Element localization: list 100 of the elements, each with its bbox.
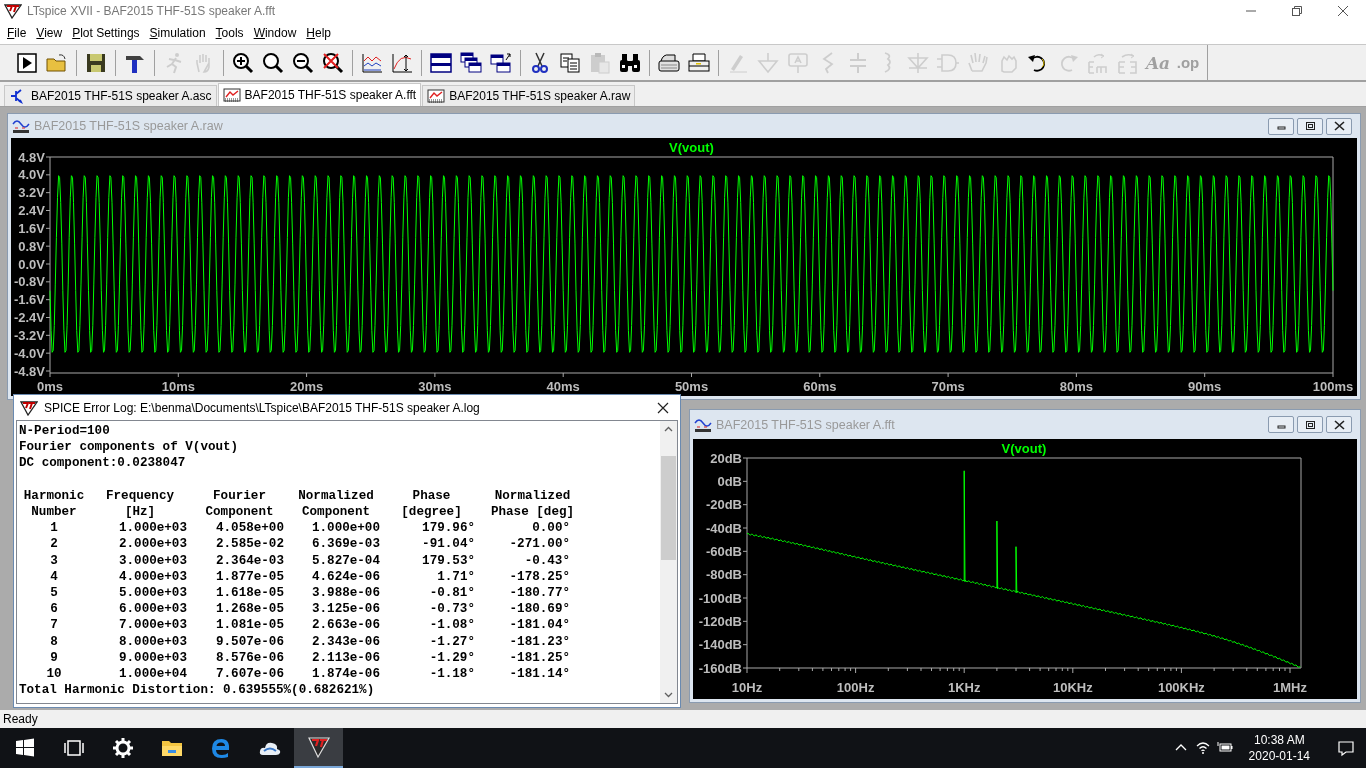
table-cell-text: 2.343e-06 <box>310 633 381 650</box>
axis-label: 2.4V <box>18 203 45 218</box>
table-cell-text: -271.00° <box>508 536 571 553</box>
axis-label: 1MHz <box>1273 680 1307 695</box>
menu-item[interactable]: Tools <box>210 26 249 40</box>
table-cell-text: -0.43° <box>523 552 571 569</box>
table-cell-text: 1.081e-05 <box>214 617 285 634</box>
window-title: SPICE Error Log: E:\benma\Documents\LTspice\BAF2015 THF-51S speaker A.log <box>44 400 481 415</box>
axis-label: 100KHz <box>1157 680 1205 695</box>
table-cell-text: 6.000e+03 <box>117 601 188 618</box>
axis-label: -40dB <box>705 520 742 536</box>
table-cell-text: 3.000e+03 <box>117 552 188 569</box>
axis-label: 0ms <box>37 379 63 394</box>
table-cell-text: 1.000e+00 <box>310 520 381 537</box>
table-cell-text: 1 <box>49 520 59 537</box>
column-header: Phase [degree] <box>400 487 463 521</box>
close-icon[interactable] <box>1333 121 1345 131</box>
table-cell-text: 7.000e+03 <box>117 617 188 634</box>
document-tab[interactable]: BAF2015 THF-51S speaker A.raw <box>422 85 636 106</box>
close-button[interactable] <box>1326 416 1352 433</box>
axis-label: -4.0V <box>13 345 45 361</box>
restore-icon[interactable] <box>1304 121 1316 131</box>
table-cell-text: 5.000e+03 <box>117 584 188 602</box>
axis-label: 0.8V <box>18 238 45 254</box>
axis-label: 100ms <box>1312 379 1354 394</box>
axis-label: 70ms <box>931 379 965 394</box>
axis-label: 60ms <box>803 379 837 394</box>
table-cell-text: -181.25° <box>508 649 571 666</box>
app-logo-icon <box>4 3 22 19</box>
table-cell-text: 6 <box>49 601 59 618</box>
scrollbar-thumb[interactable] <box>661 456 676 560</box>
menu-item[interactable]: Window <box>248 26 302 40</box>
axis-label: -120dB <box>698 613 742 629</box>
axis-label: -0.8V <box>13 274 45 290</box>
menu-item[interactable]: Help <box>301 26 336 40</box>
restore-icon[interactable] <box>1304 419 1316 430</box>
table-cell-text: 2 <box>49 536 59 553</box>
axis-label: -4.8V <box>13 363 45 379</box>
axis-label: 4.0V <box>18 167 45 183</box>
restore-button[interactable] <box>1297 416 1323 433</box>
axis-label: -80dB <box>705 567 742 583</box>
document-tab[interactable]: BAF2015 THF-51S speaker A.fft <box>217 83 422 106</box>
table-cell-text: 9.507e-06 <box>214 633 285 650</box>
column-header: Fourier Component <box>204 487 275 521</box>
table-cell-text: -0.73° <box>428 601 476 618</box>
axis-label: -160dB <box>698 660 742 676</box>
table-cell-text: -181.14° <box>508 666 571 683</box>
clock-date[interactable]: 2020-01-14 <box>1248 748 1310 764</box>
column-header: Harmonic Number <box>22 487 86 521</box>
menu-item[interactable]: Simulation <box>144 26 211 40</box>
log-line: Total Harmonic Distortion: 0.639555%(0.682621%) <box>19 682 376 699</box>
table-cell-text: 3 <box>49 552 59 569</box>
document-tab[interactable]: BAF2015 THF-51S speaker A.asc <box>4 85 217 106</box>
table-cell-text: 4.624e-06 <box>310 568 381 585</box>
axis-label: 50ms <box>674 379 709 394</box>
restore-button[interactable] <box>1297 117 1323 135</box>
restore-icon[interactable] <box>1292 6 1302 16</box>
table-cell-text: 2.364e-03 <box>214 552 285 569</box>
table-cell-text: 179.96° <box>421 520 476 537</box>
window-title: BAF2015 THF-51S speaker A.fft <box>716 417 896 432</box>
axis-label: 1.6V <box>18 220 45 236</box>
table-cell-text: 179.53° <box>421 552 476 569</box>
axis-label: 20dB <box>710 450 742 466</box>
table-cell-text: -180.77° <box>508 584 571 602</box>
table-cell-text: 4.000e+03 <box>117 568 188 585</box>
axis-label: 3.2V <box>18 185 45 201</box>
app-logo-icon[interactable] <box>294 728 343 768</box>
menu-item[interactable]: View <box>31 26 68 40</box>
app-logo-icon <box>20 399 38 416</box>
axis-label: -1.6V <box>13 292 45 308</box>
table-cell-text: 8.000e+03 <box>117 633 188 650</box>
plot-icon <box>222 87 241 103</box>
close-icon[interactable] <box>1333 419 1345 430</box>
table-cell-text: -181.04° <box>508 617 571 634</box>
axis-label: 20ms <box>290 379 324 394</box>
axis-label: 0.0V <box>18 256 45 272</box>
close-button[interactable] <box>1326 117 1352 135</box>
trace-title: V(vout) <box>669 140 714 155</box>
table-cell-text: 8.576e-06 <box>214 649 285 666</box>
axis-label: -2.4V <box>13 310 45 325</box>
axis-label: 80ms <box>1059 379 1094 394</box>
table-cell-text: 10 <box>45 666 63 683</box>
table-cell-text: -180.69° <box>508 601 571 618</box>
scrollbar[interactable] <box>660 421 677 703</box>
column-header: Normalized Phase [deg] <box>489 487 576 521</box>
table-cell-text: 1.71° <box>436 568 476 585</box>
clock-time[interactable]: 10:38 AM <box>1253 732 1305 748</box>
table-cell-text: 2.113e-06 <box>310 649 381 666</box>
menu-item[interactable]: File <box>2 26 32 40</box>
menu-item[interactable]: Plot Settings <box>67 26 145 40</box>
table-cell-text: 4.058e+00 <box>214 520 285 537</box>
axis-label: 90ms <box>1188 379 1222 394</box>
log-line: DC component:0.0238047 <box>19 455 187 472</box>
column-header: Frequency [Hz] <box>105 487 175 521</box>
table-cell-text: 1.877e-05 <box>214 568 285 585</box>
window-title: LTspice XVII - BAF2015 THF-51S speaker A.fft <box>27 4 277 18</box>
table-cell-text: -0.81° <box>428 584 476 602</box>
close-icon[interactable] <box>657 401 669 414</box>
close-icon[interactable] <box>1338 6 1348 16</box>
table-cell-text: 7 <box>49 617 59 634</box>
